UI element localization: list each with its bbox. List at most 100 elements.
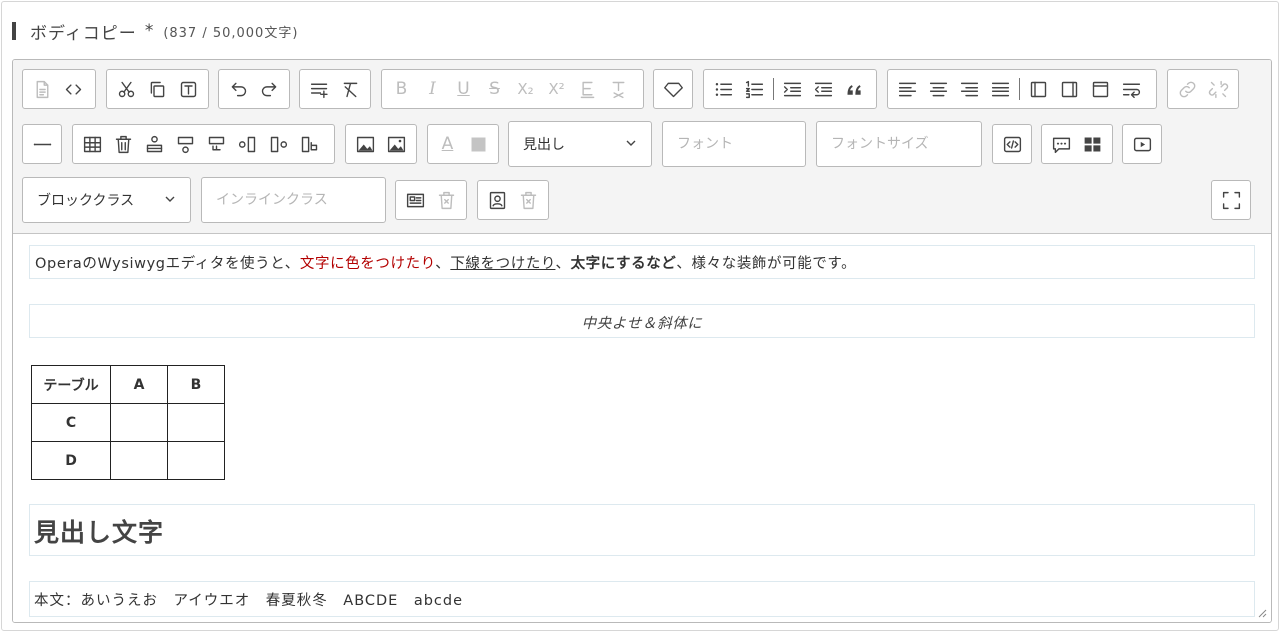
gem-button[interactable] xyxy=(658,71,688,107)
underline-button[interactable]: U xyxy=(448,71,479,107)
editor-content[interactable]: OperaのWysiwygエディタを使うと、文字に色をつけたり、下線をつけたり、… xyxy=(13,235,1271,622)
delete-row-button[interactable] xyxy=(201,126,232,162)
table-cell[interactable]: C xyxy=(31,403,111,442)
delete-block-template-button[interactable] xyxy=(431,182,462,218)
content-heading[interactable]: 見出し文字 xyxy=(29,504,1255,556)
link-button[interactable] xyxy=(1172,71,1203,107)
paragraph-decorated[interactable]: OperaのWysiwygエディタを使うと、文字に色をつけたり、下線をつけたり、… xyxy=(29,245,1255,279)
align-left-button[interactable] xyxy=(892,71,923,107)
link-group xyxy=(1167,69,1239,109)
paragraph-body[interactable]: 本文：あいうえお アイウエオ 春夏秋冬 ABCDE abcde xyxy=(29,581,1255,617)
text-emphasis-icon xyxy=(580,81,595,98)
outdent-button[interactable] xyxy=(808,71,839,107)
redo-button[interactable] xyxy=(254,71,285,107)
char-count: (837 / 50,000文字) xyxy=(163,25,299,41)
block-class-select[interactable]: ブロッククラス xyxy=(22,177,191,223)
font-style-button[interactable] xyxy=(572,71,603,107)
horizontal-rule-button[interactable] xyxy=(27,126,57,162)
align-justify-button[interactable] xyxy=(985,71,1016,107)
profile-template-button[interactable] xyxy=(482,182,513,218)
bullet-list-icon xyxy=(715,82,733,96)
float-right-button[interactable] xyxy=(1054,71,1085,107)
grid-layout-button[interactable] xyxy=(1077,126,1108,162)
delete-table-button[interactable] xyxy=(108,126,139,162)
italic-button[interactable]: I xyxy=(417,71,448,107)
table-cell[interactable] xyxy=(110,441,168,480)
bullet-list-button[interactable] xyxy=(708,71,739,107)
inline-class-input[interactable] xyxy=(201,177,386,223)
wrap-text-icon xyxy=(1122,83,1141,98)
align-center-button[interactable] xyxy=(923,71,954,107)
copy-icon xyxy=(150,81,165,97)
para1-text: 、 xyxy=(555,256,571,272)
table-cell[interactable] xyxy=(167,403,225,442)
paragraph-centered-italic[interactable]: 中央よせ＆斜体に xyxy=(29,304,1255,338)
image-icon xyxy=(356,136,375,152)
image-gallery-button[interactable] xyxy=(381,126,412,162)
copy-button[interactable] xyxy=(142,71,173,107)
resize-grip-icon[interactable] xyxy=(1257,608,1267,618)
table-cell[interactable]: D xyxy=(31,441,111,480)
insert-col-left-button[interactable] xyxy=(232,126,263,162)
para1-text: OperaのWysiwygエディタを使うと、 xyxy=(35,256,300,272)
subscript-button[interactable]: X₂ xyxy=(510,71,541,107)
table-cell[interactable] xyxy=(167,441,225,480)
insert-block-button[interactable] xyxy=(304,71,335,107)
background-color-button[interactable] xyxy=(463,126,494,162)
cut-button[interactable] xyxy=(111,71,142,107)
float-left-icon xyxy=(1030,81,1047,97)
gem-icon xyxy=(663,82,683,97)
blockquote-button[interactable] xyxy=(839,71,870,107)
block-class-value: ブロッククラス xyxy=(37,193,135,209)
insert-image-button[interactable] xyxy=(350,126,381,162)
delete-col-button[interactable] xyxy=(294,126,325,162)
insert-row-above-button[interactable] xyxy=(139,126,170,162)
trash-icon xyxy=(115,135,132,153)
strikethrough-button[interactable]: S xyxy=(479,71,510,107)
scissors-icon xyxy=(118,81,135,97)
remove-format-button[interactable] xyxy=(335,71,366,107)
insert-table-button[interactable] xyxy=(77,126,108,162)
heading-select-value: 見出し xyxy=(523,137,565,153)
paste-text-button[interactable] xyxy=(173,71,204,107)
block-top-button[interactable] xyxy=(1085,71,1116,107)
embed-code-button[interactable] xyxy=(997,126,1027,162)
block-top-icon xyxy=(1092,81,1109,97)
unlink-icon xyxy=(1208,80,1229,98)
block-template-group xyxy=(395,180,467,220)
undo-button[interactable] xyxy=(223,71,254,107)
source-code-button[interactable] xyxy=(58,71,89,107)
fullscreen-button[interactable] xyxy=(1216,182,1246,218)
table-cell[interactable]: A xyxy=(110,365,168,404)
insert-col-right-button[interactable] xyxy=(263,126,294,162)
numbered-list-button[interactable] xyxy=(739,71,770,107)
color-group: A xyxy=(427,124,499,164)
content-table[interactable]: テーブル A B C D xyxy=(31,365,225,480)
table-cell[interactable]: テーブル xyxy=(31,365,111,404)
font-size-input[interactable] xyxy=(816,121,982,167)
superscript-button[interactable]: X² xyxy=(541,71,572,107)
block-template-button[interactable] xyxy=(400,182,431,218)
clear-text-style-button[interactable] xyxy=(603,71,634,107)
align-right-button[interactable] xyxy=(954,71,985,107)
delete-profile-template-button[interactable] xyxy=(513,182,544,218)
comment-button[interactable] xyxy=(1046,126,1077,162)
video-play-icon xyxy=(1133,137,1151,151)
table-cell[interactable]: B xyxy=(167,365,225,404)
font-input[interactable] xyxy=(662,121,806,167)
float-left-button[interactable] xyxy=(1023,71,1054,107)
para1-text: 、様々な装飾が可能です。 xyxy=(676,256,857,272)
bold-text: 太字にするなど xyxy=(570,256,677,272)
unlink-button[interactable] xyxy=(1203,71,1234,107)
insert-row-below-button[interactable] xyxy=(170,126,201,162)
table-cell[interactable] xyxy=(110,403,168,442)
heading-select[interactable]: 見出し xyxy=(508,121,652,167)
table-group xyxy=(72,124,335,164)
font-color-button[interactable]: A xyxy=(432,126,463,162)
trash-icon xyxy=(520,191,537,209)
bold-button[interactable]: B xyxy=(386,71,417,107)
indent-button[interactable] xyxy=(777,71,808,107)
wrap-button[interactable] xyxy=(1116,71,1147,107)
video-button[interactable] xyxy=(1127,126,1157,162)
document-button[interactable] xyxy=(27,71,58,107)
